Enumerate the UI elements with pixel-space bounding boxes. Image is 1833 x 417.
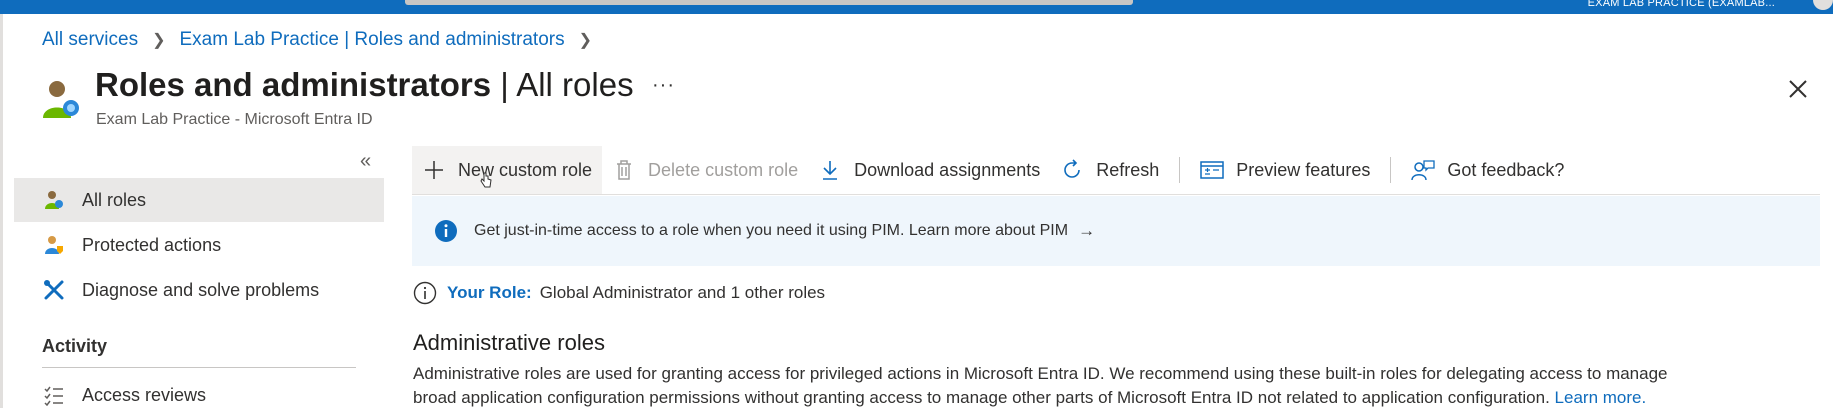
command-bar: New custom role Delete custom role Downl… bbox=[412, 146, 1574, 194]
checklist-icon bbox=[42, 383, 66, 407]
roles-admins-icon bbox=[43, 81, 79, 118]
your-role-value: Global Administrator and 1 other roles bbox=[539, 283, 826, 302]
page-title-main: Roles and administrators bbox=[95, 66, 492, 103]
download-assignments-button[interactable]: Download assignments bbox=[808, 146, 1050, 194]
admin-roles-desc-line1: Administrative roles are used for granti… bbox=[413, 364, 1668, 383]
preview-features-label: Preview features bbox=[1236, 159, 1371, 180]
toolbar-separator bbox=[1390, 157, 1392, 183]
page-title: Roles and administrators | All roles bbox=[95, 66, 634, 104]
breadcrumb-all-services[interactable]: All services bbox=[42, 29, 138, 51]
refresh-icon bbox=[1060, 158, 1084, 182]
new-custom-role-button[interactable]: New custom role bbox=[412, 146, 603, 194]
sidebar-item-label: Access reviews bbox=[82, 384, 207, 405]
pim-info-banner: Get just-in-time access to a role when y… bbox=[412, 196, 1820, 266]
page-subtitle: Exam Lab Practice - Microsoft Entra ID bbox=[96, 111, 373, 128]
chevron-right-icon: ❯ bbox=[152, 32, 166, 49]
roles-user-icon bbox=[42, 188, 66, 212]
more-options-button[interactable]: ··· bbox=[652, 74, 675, 97]
delete-custom-role-button[interactable]: Delete custom role bbox=[602, 146, 808, 194]
sidebar-item-all-roles[interactable]: All roles bbox=[14, 178, 384, 222]
top-bar: EXAM LAB PRACTICE (EXAMLAB... bbox=[0, 0, 1833, 14]
sidebar-item-label: All roles bbox=[82, 189, 147, 210]
download-icon bbox=[818, 158, 842, 182]
admin-roles-description: Administrative roles are used for granti… bbox=[413, 362, 1813, 410]
protected-user-icon bbox=[42, 233, 66, 257]
your-role-line: Your Role: Global Administrator and 1 ot… bbox=[413, 281, 825, 305]
toolbar-separator bbox=[1179, 157, 1181, 183]
arrow-right-icon[interactable]: → bbox=[1078, 221, 1095, 241]
command-bar-divider bbox=[412, 194, 1820, 195]
plus-icon bbox=[422, 158, 446, 182]
new-custom-role-label: New custom role bbox=[458, 159, 593, 180]
admin-roles-title: Administrative roles bbox=[413, 330, 605, 355]
learn-more-link[interactable]: Learn more. bbox=[1555, 388, 1647, 407]
sidebar-item-diagnose[interactable]: Diagnose and solve problems bbox=[14, 268, 384, 312]
delete-custom-role-label: Delete custom role bbox=[648, 159, 799, 180]
window-edge bbox=[0, 14, 3, 408]
avatar[interactable] bbox=[1813, 0, 1833, 10]
global-search-box[interactable] bbox=[405, 0, 1133, 5]
breadcrumb: All services ❯ Exam Lab Practice | Roles… bbox=[42, 29, 606, 51]
sidebar-item-label: Protected actions bbox=[82, 234, 222, 255]
preview-features-icon bbox=[1200, 158, 1225, 182]
sidebar-item-access-reviews[interactable]: Access reviews bbox=[14, 373, 384, 417]
sidebar-divider bbox=[42, 367, 356, 368]
sidebar-section-activity: Activity bbox=[42, 336, 108, 356]
refresh-button[interactable]: Refresh bbox=[1050, 146, 1169, 194]
trash-icon bbox=[612, 158, 636, 182]
preview-features-button[interactable]: Preview features bbox=[1190, 146, 1380, 194]
page-title-suffix: | All roles bbox=[491, 66, 634, 103]
mouse-pointer-icon bbox=[480, 172, 492, 188]
admin-roles-desc-line2: broad application configuration permissi… bbox=[413, 388, 1550, 407]
got-feedback-label: Got feedback? bbox=[1447, 159, 1565, 180]
sidebar-item-protected-actions[interactable]: Protected actions bbox=[14, 223, 384, 267]
refresh-label: Refresh bbox=[1096, 159, 1160, 180]
info-icon bbox=[435, 220, 457, 242]
tools-icon bbox=[42, 278, 66, 302]
breadcrumb-roles-admins[interactable]: Exam Lab Practice | Roles and administra… bbox=[179, 29, 564, 51]
chevron-right-icon: ❯ bbox=[578, 32, 592, 49]
sidebar-item-label: Diagnose and solve problems bbox=[82, 279, 320, 300]
pim-banner-text: Get just-in-time access to a role when y… bbox=[474, 222, 1069, 239]
download-assignments-label: Download assignments bbox=[854, 159, 1041, 180]
account-label[interactable]: EXAM LAB PRACTICE (EXAMLAB... bbox=[1588, 0, 1775, 9]
your-role-label[interactable]: Your Role: bbox=[447, 283, 532, 303]
info-outline-icon bbox=[413, 281, 437, 305]
collapse-sidebar-button[interactable]: « bbox=[360, 150, 371, 173]
got-feedback-button[interactable]: Got feedback? bbox=[1401, 146, 1574, 194]
feedback-icon bbox=[1411, 158, 1435, 182]
close-icon[interactable] bbox=[1783, 74, 1813, 104]
